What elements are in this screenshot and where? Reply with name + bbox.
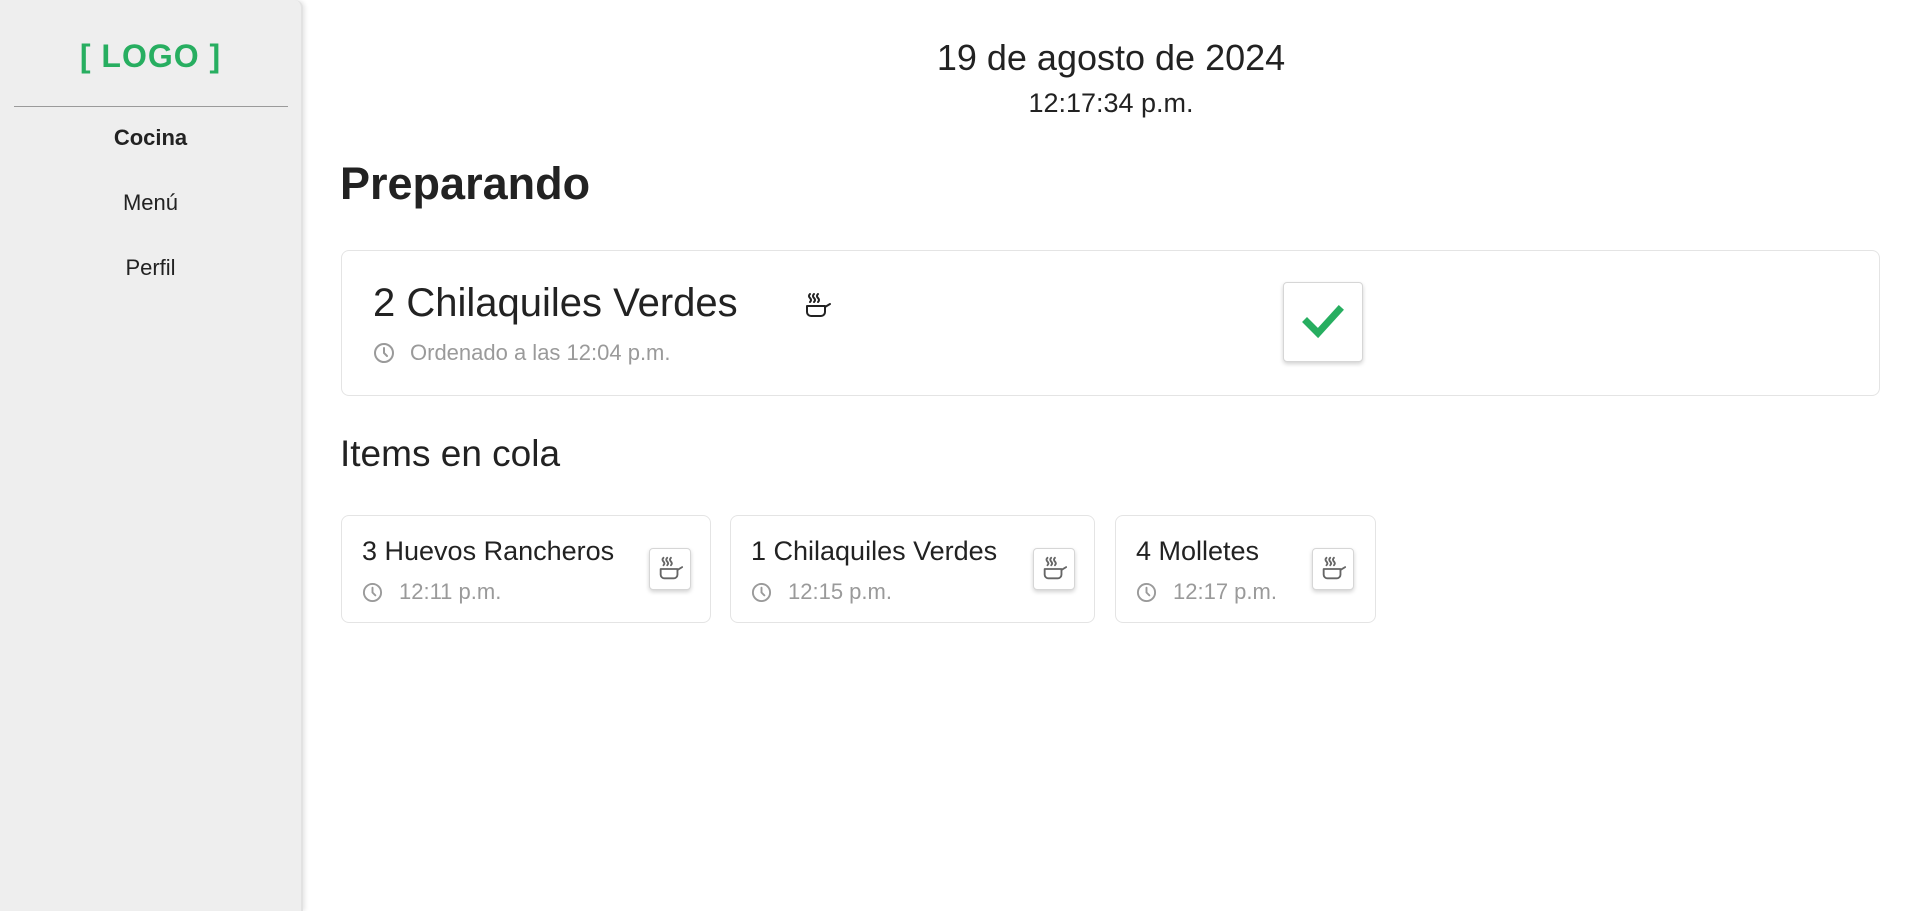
queue-title: Items en cola [340, 433, 561, 474]
main-content: 19 de agosto de 2024 12:17:34 p.m. Prepa… [302, 0, 1920, 911]
clock-icon [751, 582, 772, 602]
sidebar-item-menu[interactable]: Menú [0, 183, 301, 248]
logo[interactable]: [ LOGO ] [0, 38, 301, 75]
queue-item-meta: 12:11 p.m. [362, 579, 501, 605]
queue-card: 1 Chilaquiles Verdes 12:15 p.m. [730, 515, 1095, 623]
queue-item-time: 12:17 p.m. [1173, 579, 1277, 604]
kitchen-app: [ LOGO ] Cocina Menú Perfil 19 de agosto… [0, 0, 1920, 911]
start-cooking-button[interactable] [1033, 548, 1075, 590]
preparing-item-ordered-at: Ordenado a las 12:04 p.m. [410, 340, 671, 365]
check-icon [1302, 305, 1344, 339]
cooking-pot-icon [1043, 556, 1068, 580]
clock-icon [1136, 582, 1157, 602]
clock-icon [374, 343, 394, 363]
start-cooking-button[interactable] [1312, 548, 1354, 590]
queue-item-name: 3 Huevos Rancheros [362, 536, 615, 566]
current-time: 12:17:34 p.m. [1028, 88, 1194, 118]
queue-card: 4 Molletes 12:17 p.m. [1115, 515, 1376, 623]
sidebar-divider [14, 106, 288, 107]
cooking-pot-icon [659, 556, 684, 580]
preparing-title: Preparando [340, 158, 591, 209]
start-cooking-button[interactable] [649, 548, 691, 590]
sidebar-item-perfil[interactable]: Perfil [0, 248, 301, 313]
cooking-pot-icon [1322, 556, 1347, 580]
queue-item-time: 12:15 p.m. [788, 579, 892, 604]
queue-card: 3 Huevos Rancheros 12:11 p.m. [341, 515, 711, 623]
queue-item-name: 1 Chilaquiles Verdes [751, 536, 998, 566]
cooking-pot-icon [806, 293, 831, 317]
clock-icon [362, 582, 383, 602]
sidebar-nav: Cocina Menú Perfil [0, 118, 301, 313]
preparing-card: 2 Chilaquiles Verdes Ordenado a las 12:0… [341, 250, 1880, 396]
current-date: 19 de agosto de 2024 [936, 37, 1286, 78]
queue-item-meta: 12:15 p.m. [751, 579, 892, 605]
preparing-item-name: 2 Chilaquiles Verdes [373, 281, 738, 325]
queue-item-time: 12:11 p.m. [399, 579, 502, 604]
queue-item-name: 4 Molletes [1136, 536, 1260, 566]
mark-done-button[interactable] [1283, 282, 1363, 362]
sidebar: [ LOGO ] Cocina Menú Perfil [0, 0, 303, 911]
queue-item-meta: 12:17 p.m. [1136, 579, 1277, 605]
preparing-item-meta: Ordenado a las 12:04 p.m. [373, 340, 671, 366]
sidebar-item-cocina[interactable]: Cocina [0, 118, 301, 183]
